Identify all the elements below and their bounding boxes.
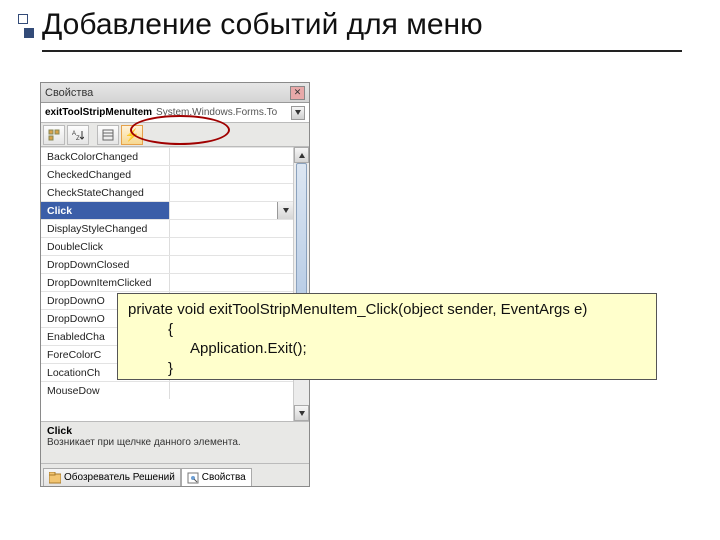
- event-value-cell[interactable]: [169, 184, 293, 201]
- tab-properties[interactable]: Свойства: [181, 468, 252, 486]
- scroll-down-button[interactable]: [294, 405, 309, 421]
- properties-titlebar: Свойства ✕: [41, 83, 309, 103]
- scroll-thumb[interactable]: [296, 163, 307, 296]
- properties-window: Свойства ✕ exitToolStripMenuItem System.…: [40, 82, 310, 487]
- object-type: System.Windows.Forms.To: [156, 107, 277, 118]
- properties-icon: [187, 472, 199, 484]
- alphabetical-button[interactable]: AZ: [67, 125, 89, 145]
- event-row[interactable]: CheckStateChanged: [41, 183, 293, 201]
- solution-explorer-icon: [49, 472, 61, 484]
- event-row[interactable]: DisplayStyleChanged: [41, 219, 293, 237]
- object-selector[interactable]: exitToolStripMenuItem System.Windows.For…: [41, 103, 309, 123]
- decor-square-outline: [18, 14, 28, 24]
- object-dropdown-icon[interactable]: [291, 106, 305, 120]
- event-name: DoubleClick: [41, 241, 169, 253]
- decor-square-fill: [24, 28, 34, 38]
- event-row[interactable]: Click: [41, 201, 293, 219]
- event-value-cell[interactable]: [169, 148, 293, 165]
- title-underline: [42, 50, 682, 52]
- code-line-2: {: [128, 320, 646, 340]
- description-title: Click: [47, 425, 303, 437]
- event-name: Click: [41, 205, 169, 217]
- event-row[interactable]: CheckedChanged: [41, 165, 293, 183]
- code-line-3: Application.Exit();: [128, 339, 646, 359]
- event-row[interactable]: DoubleClick: [41, 237, 293, 255]
- properties-toolbar: AZ ⚡: [41, 123, 309, 147]
- code-callout: private void exitToolStripMenuItem_Click…: [117, 293, 657, 380]
- event-row[interactable]: DropDownItemClicked: [41, 273, 293, 291]
- properties-button[interactable]: [97, 125, 119, 145]
- event-name: MouseDow: [41, 385, 169, 397]
- event-name: DisplayStyleChanged: [41, 223, 169, 235]
- event-value-cell[interactable]: [169, 274, 293, 291]
- event-row[interactable]: BackColorChanged: [41, 147, 293, 165]
- scroll-up-button[interactable]: [294, 147, 309, 163]
- object-name: exitToolStripMenuItem: [45, 107, 152, 118]
- event-name: DropDownItemClicked: [41, 277, 169, 289]
- event-value-cell[interactable]: [169, 238, 293, 255]
- event-name: CheckStateChanged: [41, 187, 169, 199]
- code-line-4: }: [128, 359, 646, 379]
- tab-label: Обозреватель Решений: [64, 472, 175, 483]
- event-dropdown-icon[interactable]: [277, 202, 293, 219]
- events-list: BackColorChanged CheckedChanged CheckState…: [41, 147, 309, 422]
- categorized-button[interactable]: [43, 125, 65, 145]
- bottom-tabs: Обозреватель Решений Свойства: [41, 464, 309, 486]
- tab-solution-explorer[interactable]: Обозреватель Решений: [43, 468, 181, 486]
- description-text: Возникает при щелчке данного элемента.: [47, 437, 303, 448]
- description-panel: Click Возникает при щелчке данного элеме…: [41, 422, 309, 464]
- event-value-cell[interactable]: [169, 220, 293, 237]
- events-button[interactable]: ⚡: [121, 125, 143, 145]
- close-button[interactable]: ✕: [290, 86, 305, 100]
- event-value-cell[interactable]: [169, 382, 293, 399]
- tab-label: Свойства: [202, 472, 246, 483]
- svg-text:Z: Z: [76, 136, 80, 141]
- event-value-cell[interactable]: [169, 202, 293, 219]
- event-row[interactable]: MouseDow: [41, 381, 293, 399]
- event-name: DropDownClosed: [41, 259, 169, 271]
- event-value-cell[interactable]: [169, 256, 293, 273]
- event-name: CheckedChanged: [41, 169, 169, 181]
- properties-title: Свойства: [45, 87, 93, 99]
- lightning-icon: ⚡: [125, 128, 140, 142]
- event-value-cell[interactable]: [169, 166, 293, 183]
- event-row[interactable]: DropDownClosed: [41, 255, 293, 273]
- code-line-1: private void exitToolStripMenuItem_Click…: [128, 300, 646, 320]
- slide-title: Добавление событий для меню: [42, 8, 483, 42]
- event-name: BackColorChanged: [41, 151, 169, 163]
